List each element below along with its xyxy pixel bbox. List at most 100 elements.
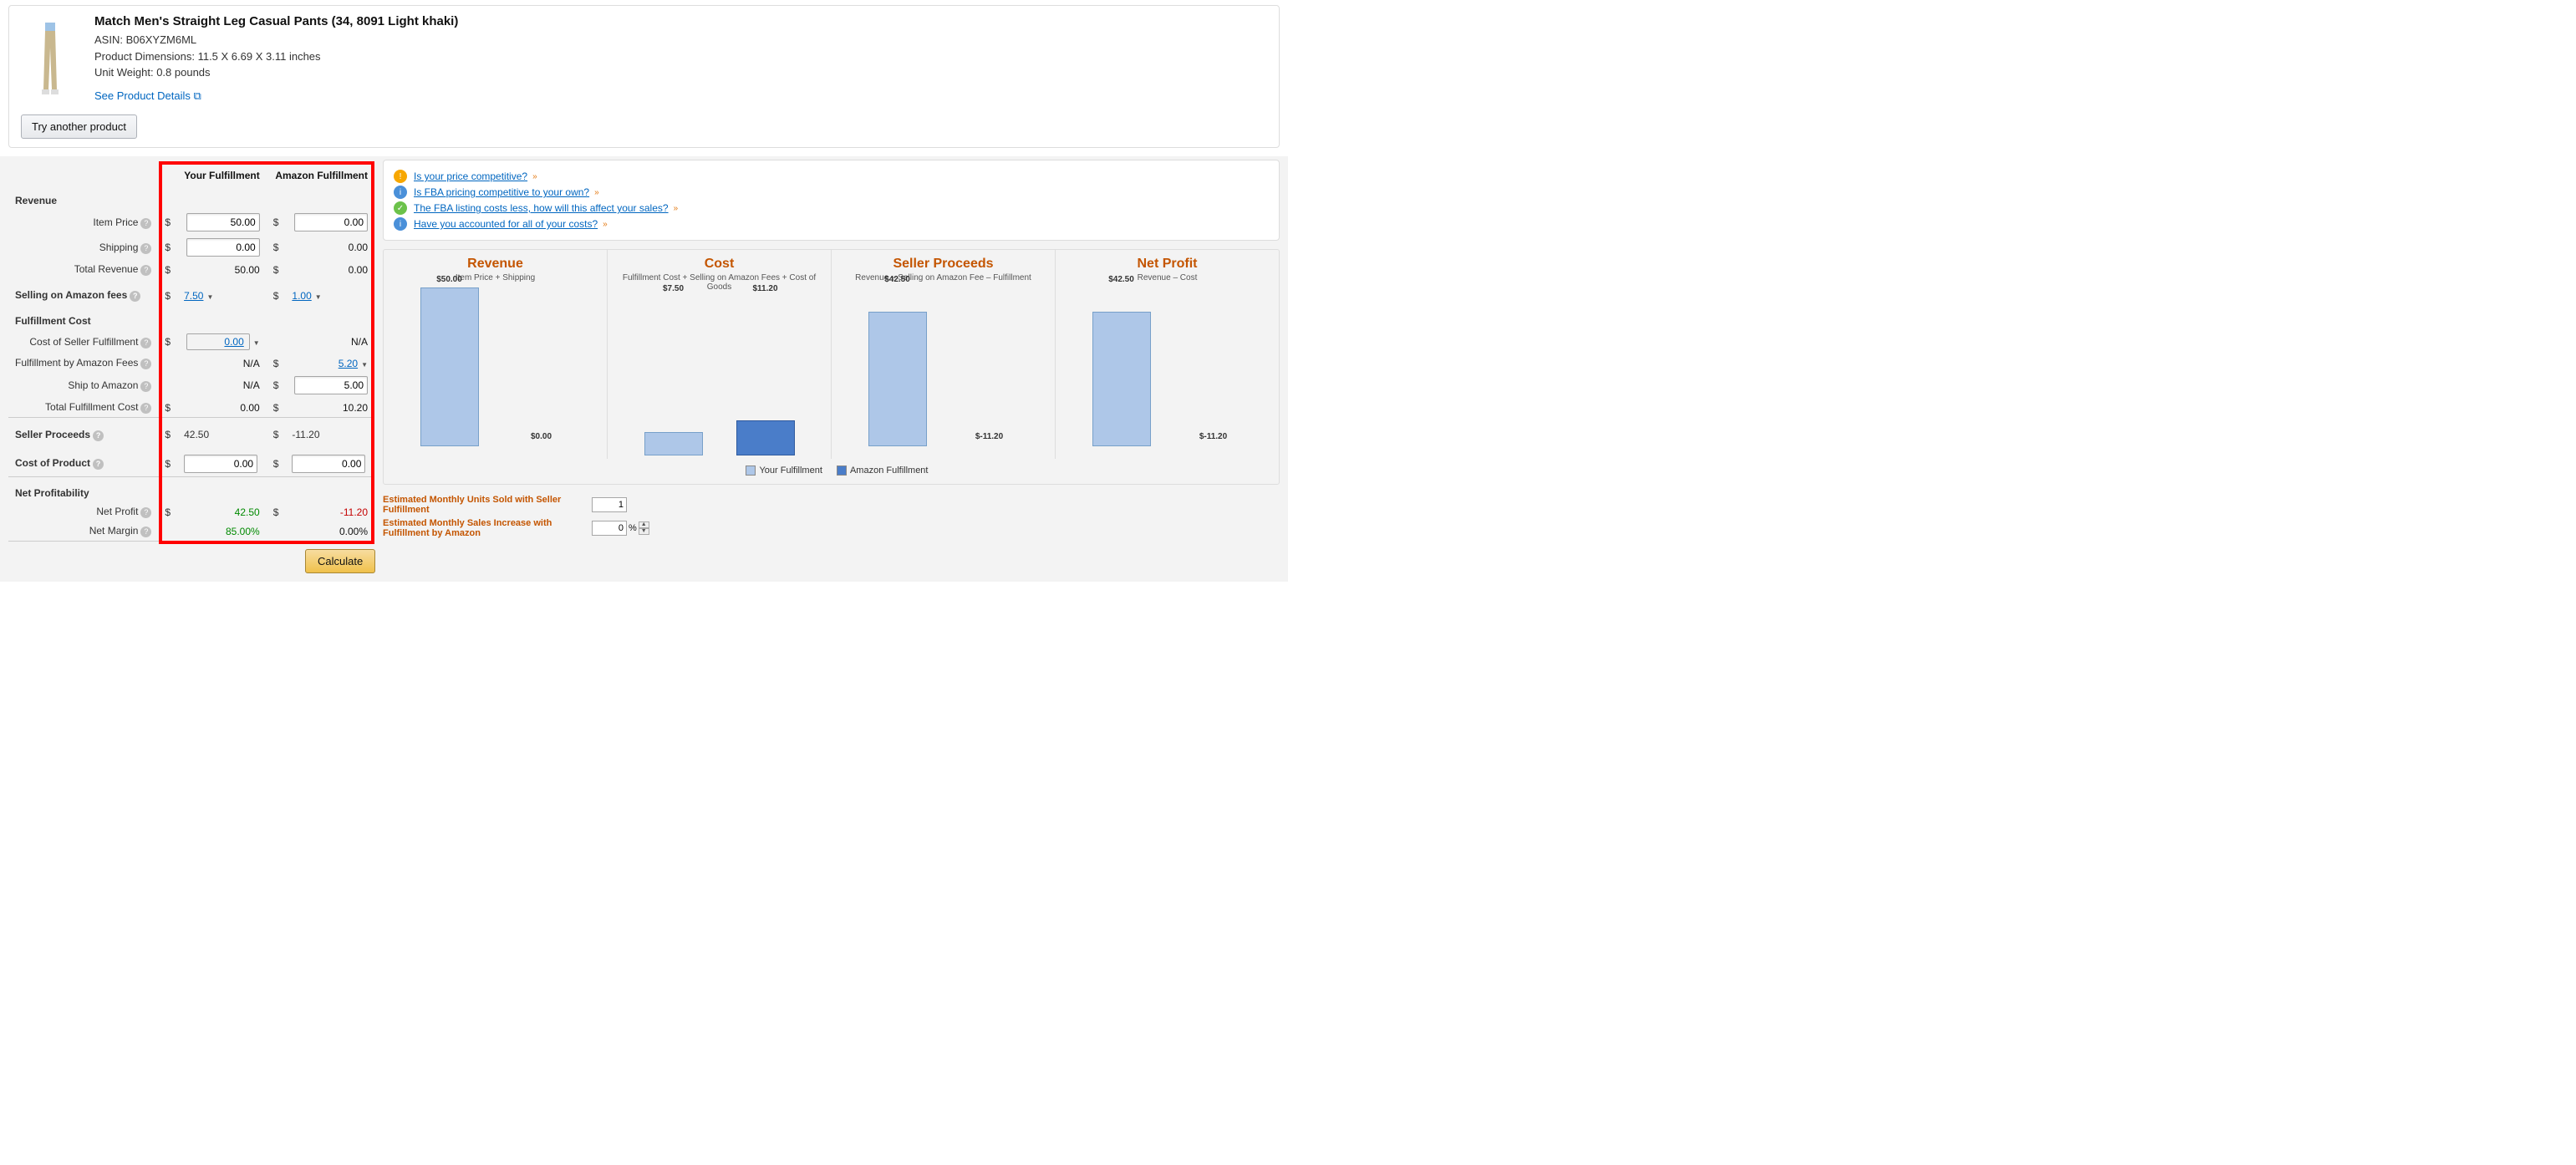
info-icon: i	[394, 217, 407, 231]
chart-legend: Your Fulfillment Amazon Fulfillment	[384, 459, 1279, 484]
spinner[interactable]: ▲▼	[639, 521, 649, 535]
expand-icon[interactable]: »	[603, 220, 608, 229]
chart-area: Revenue Item Price + Shipping $50.00 $0.…	[383, 249, 1280, 485]
total-revenue-amazon: 0.00	[285, 260, 374, 279]
help-icon[interactable]: ?	[140, 507, 151, 518]
ship-amazon-your: N/A	[177, 373, 267, 398]
see-product-details-link[interactable]: See Product Details ⧉	[94, 89, 201, 102]
section-net-profitability: Net Profitability	[8, 477, 374, 502]
shipping-amazon: 0.00	[285, 235, 374, 260]
external-icon: ⧉	[194, 89, 201, 102]
alert-row: ✓ The FBA listing costs less, how will t…	[394, 201, 1269, 215]
alert-row: i Have you accounted for all of your cos…	[394, 217, 1269, 231]
est-increase-input[interactable]	[592, 521, 627, 536]
selling-fees-amazon-dropdown[interactable]: 1.00	[292, 290, 311, 302]
est-increase-label: Estimated Monthly Sales Increase with Fu…	[383, 518, 592, 538]
chevron-down-icon: ▼	[315, 293, 322, 301]
alert-row: ! Is your price competitive? »	[394, 170, 1269, 183]
warning-icon: !	[394, 170, 407, 183]
help-icon[interactable]: ?	[130, 291, 140, 302]
selling-fees-your-dropdown[interactable]: 7.50	[184, 290, 203, 302]
alert-link[interactable]: The FBA listing costs less, how will thi…	[414, 202, 669, 214]
bar-your	[644, 432, 703, 456]
help-icon[interactable]: ?	[140, 359, 151, 369]
spinner-up-icon[interactable]: ▲	[639, 521, 649, 528]
product-panel: Match Men's Straight Leg Casual Pants (3…	[8, 5, 1280, 148]
legend-swatch-your	[746, 465, 756, 476]
calculator-panel: Your Fulfillment Amazon Fulfillment Reve…	[8, 160, 374, 573]
expand-icon[interactable]: »	[532, 172, 537, 181]
section-fulfillment-cost: Fulfillment Cost	[8, 305, 374, 330]
check-icon: ✓	[394, 201, 407, 215]
chart-proceeds: Seller Proceeds Revenue – Selling on Ama…	[832, 250, 1056, 459]
help-icon[interactable]: ?	[140, 381, 151, 392]
help-icon[interactable]: ?	[140, 265, 151, 276]
calculate-button[interactable]: Calculate	[305, 549, 375, 573]
product-weight: Unit Weight: 0.8 pounds	[94, 64, 1267, 81]
alert-link[interactable]: Is your price competitive?	[414, 170, 527, 182]
product-asin: ASIN: B06XYZM6ML	[94, 32, 1267, 48]
seller-proceeds-your: 42.50	[177, 419, 267, 445]
spinner-down-icon[interactable]: ▼	[639, 528, 649, 535]
percent-suffix: %	[629, 523, 637, 533]
shipping-your-input[interactable]	[186, 238, 260, 257]
help-icon[interactable]: ?	[140, 338, 151, 348]
fba-fees-your: N/A	[177, 354, 267, 373]
expand-icon[interactable]: »	[594, 188, 599, 197]
chevron-down-icon: ▼	[253, 339, 260, 347]
bar-label: $-11.20	[975, 432, 1003, 441]
alerts-panel: ! Is your price competitive? » i Is FBA …	[383, 160, 1280, 241]
total-fulfillment-your: 0.00	[177, 398, 267, 418]
bar-your	[1092, 312, 1151, 447]
bar-label: $-11.20	[1199, 432, 1227, 441]
cost-seller-amazon: N/A	[285, 330, 374, 354]
alert-link[interactable]: Have you accounted for all of your costs…	[414, 218, 598, 230]
help-icon[interactable]: ?	[140, 527, 151, 537]
est-units-label: Estimated Monthly Units Sold with Seller…	[383, 495, 592, 515]
bar-label: $11.20	[752, 284, 777, 293]
section-revenue: Revenue	[8, 185, 374, 210]
bar-label: $42.50	[1108, 275, 1134, 284]
help-icon[interactable]: ?	[93, 459, 104, 470]
total-fulfillment-amazon: 10.20	[285, 398, 374, 418]
product-title: Match Men's Straight Leg Casual Pants (3…	[94, 14, 1267, 28]
chart-revenue: Revenue Item Price + Shipping $50.00 $0.…	[384, 250, 608, 459]
bar-label: $42.50	[884, 275, 910, 284]
alert-link[interactable]: Is FBA pricing competitive to your own?	[414, 186, 589, 198]
item-price-your-input[interactable]	[186, 213, 260, 231]
bar-label: $50.00	[436, 275, 462, 284]
try-another-product-button[interactable]: Try another product	[21, 114, 137, 139]
product-dimensions: Product Dimensions: 11.5 X 6.69 X 3.11 i…	[94, 48, 1267, 65]
net-margin-amazon: 0.00%	[285, 521, 374, 542]
col-header-amazon: Amazon Fulfillment	[267, 160, 374, 185]
legend-swatch-amazon	[837, 465, 847, 476]
net-profit-your: 42.50	[177, 502, 267, 521]
seller-proceeds-amazon: -11.20	[285, 419, 374, 445]
help-icon[interactable]: ?	[140, 218, 151, 229]
bar-label: $0.00	[531, 432, 552, 441]
bar-your	[420, 287, 479, 446]
ship-amazon-input[interactable]	[294, 376, 368, 394]
bar-amazon	[736, 420, 795, 455]
alert-row: i Is FBA pricing competitive to your own…	[394, 186, 1269, 199]
net-margin-your: 85.00%	[177, 521, 267, 542]
help-icon[interactable]: ?	[140, 243, 151, 254]
chart-net-profit: Net Profit Revenue – Cost $42.50 $-11.20	[1056, 250, 1279, 459]
item-price-amazon-input[interactable]	[294, 213, 368, 231]
cost-product-your-input[interactable]	[184, 455, 257, 473]
expand-icon[interactable]: »	[674, 204, 679, 213]
fba-fees-amazon-dropdown[interactable]: 5.20	[339, 358, 358, 369]
cost-product-amazon-input[interactable]	[292, 455, 365, 473]
help-icon[interactable]: ?	[93, 430, 104, 441]
total-revenue-your: 50.00	[177, 260, 267, 279]
product-image	[21, 14, 79, 106]
est-units-input[interactable]	[592, 497, 627, 512]
net-profit-amazon: -11.20	[285, 502, 374, 521]
help-icon[interactable]: ?	[140, 403, 151, 414]
info-icon: i	[394, 186, 407, 199]
bar-your	[868, 312, 927, 447]
chevron-down-icon: ▼	[206, 293, 213, 301]
chevron-down-icon: ▼	[361, 361, 368, 369]
chart-cost: Cost Fulfillment Cost + Selling on Amazo…	[608, 250, 832, 459]
cost-seller-your[interactable]: 0.00	[186, 333, 250, 350]
